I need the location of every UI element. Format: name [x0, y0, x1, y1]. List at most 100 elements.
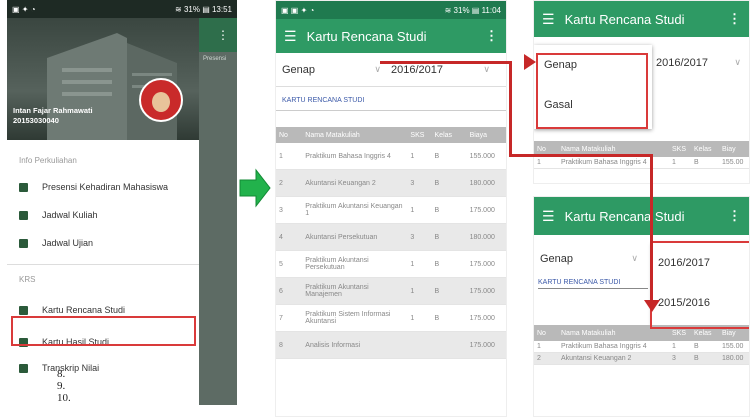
semester-select[interactable]: Genap ∨ — [282, 64, 391, 76]
step-number: 9. — [57, 380, 66, 392]
cell-sks: 1 — [407, 277, 432, 305]
connector-line — [380, 61, 512, 64]
column-header: SKS — [407, 127, 432, 143]
cell-fee: 155.00 — [719, 157, 749, 169]
year-value: 2016/2017 — [656, 57, 708, 69]
drawer-item-transkrip-nilai[interactable]: Transkrip Nilai — [7, 357, 199, 379]
table-row: 1 Praktikum Bahasa Inggris 4 1 B 155.00 — [534, 157, 749, 169]
cell-course: Praktikum Bahasa Inggris 4 — [302, 143, 408, 170]
page-title: Kartu Rencana Studi — [306, 28, 427, 44]
more-vert-icon[interactable]: ⋮ — [485, 28, 498, 44]
table-row: 2 Akuntansi Keuangan 2 3 B 180.000 — [276, 169, 506, 197]
table-row: 3 Praktikum Akuntansi Keuangan 1 1 B 175.000 — [276, 196, 506, 224]
cell-fee: 175.000 — [466, 196, 506, 224]
cell-no: 3 — [276, 196, 303, 224]
dropdown-arrow-icon: ∨ — [734, 57, 741, 67]
arrowhead-icon — [644, 300, 660, 312]
document-icon — [19, 363, 28, 373]
column-header: No — [276, 127, 303, 143]
green-arrow-icon — [239, 168, 271, 208]
cell-no: 7 — [276, 304, 303, 332]
highlight-box — [11, 316, 196, 346]
table-row: 6 Praktikum Akuntansi Manajemen 1 B 175.000 — [276, 277, 506, 305]
status-bar: ▣ ✦ ◔ ≋ 31% ▤ 13:51 — [7, 0, 237, 18]
document-icon — [19, 305, 28, 315]
cell-fee: 155.00 — [719, 341, 749, 353]
cell-sks: 1 — [407, 250, 432, 278]
presensi-icon — [19, 182, 28, 192]
dropdown-arrow-icon: ∨ — [374, 64, 381, 74]
connector-line — [509, 154, 652, 157]
semester-value: Genap — [282, 63, 316, 76]
section-info-perkuliahan: Info Perkuliahan — [19, 155, 77, 165]
app-toolbar: ☰ Kartu Rencana Studi ⋮ — [534, 197, 749, 235]
table-row: 7 Praktikum Sistem Informasi Akuntansi 1 B 1… — [276, 304, 506, 332]
cell-class: B — [431, 223, 467, 251]
year-select[interactable]: 2016/2017 ∨ — [391, 64, 500, 76]
cell-course: Akuntansi Keuangan 2 — [302, 169, 408, 197]
table-row: 4 Akuntansi Persekutuan 3 B 180.000 — [276, 223, 506, 251]
table-row: 1 Praktikum Bahasa Inggris 4 1 B 155.000 — [276, 143, 506, 170]
drawer-item-jadwal-ujian[interactable]: Jadwal Ujian — [7, 232, 199, 254]
dropdown-arrow-icon: ∨ — [631, 253, 638, 263]
connector-line — [509, 61, 512, 156]
cell-class: B — [431, 304, 467, 332]
cell-sks: 1 — [407, 143, 432, 170]
cell-no: 1 — [534, 341, 558, 353]
drawer-item-label: Presensi Kehadiran Mahasiswa — [42, 182, 169, 192]
cell-no: 1 — [276, 143, 303, 170]
drawer-screenshot: ▣ ✦ ◔ ≋ 31% ▤ 13:51 ⋮ Presensi Intan Faj… — [7, 0, 237, 405]
year-dropdown-screenshot: ☰ Kartu Rencana Studi ⋮ Genap ∨ KARTU RE… — [533, 196, 750, 417]
table-header: No Nama Matakuliah SKS Kelas Biaya — [276, 127, 506, 143]
status-icons-right: ≋ 31% ▤ 11:04 — [444, 5, 501, 15]
hamburger-icon[interactable]: ☰ — [284, 28, 297, 45]
cell-class: B — [431, 169, 467, 197]
column-header: Kelas — [691, 141, 719, 157]
calendar-icon — [19, 238, 28, 248]
column-header: SKS — [669, 141, 691, 157]
cell-class: B — [691, 352, 719, 365]
cell-fee: 155.000 — [466, 143, 506, 170]
hamburger-icon[interactable]: ☰ — [542, 11, 555, 28]
semester-select[interactable]: Genap ∨ — [540, 253, 648, 265]
cell-sks: 3 — [407, 223, 432, 251]
drawer-item-presensi[interactable]: Presensi Kehadiran Mahasiswa — [7, 176, 199, 198]
hamburger-icon[interactable]: ☰ — [542, 208, 555, 225]
cell-no: 1 — [534, 157, 558, 169]
avatar[interactable] — [139, 78, 183, 122]
krs-link[interactable]: KARTU RENCANA STUDI — [538, 279, 648, 289]
cell-sks — [407, 331, 432, 359]
year-select[interactable]: 2016/2017 ∨ — [656, 57, 749, 69]
step-number: 8. — [57, 368, 66, 380]
table-row: 5 Praktikum Akuntansi Persekutuan 1 B 175.00… — [276, 250, 506, 278]
more-vert-icon: ⋮ — [199, 18, 237, 52]
page-title: Kartu Rencana Studi — [564, 208, 685, 224]
drawer-header: Intan Fajar Rahmawati 20153030040 — [7, 18, 199, 140]
app-toolbar: ☰ Kartu Rencana Studi ⋮ — [276, 19, 506, 53]
cell-no: 4 — [276, 223, 303, 251]
step-number: 10. — [57, 392, 71, 404]
status-icons-left: ▣ ✦ ◔ — [12, 4, 36, 14]
cell-course: Akuntansi Keuangan 2 — [558, 352, 669, 365]
cell-no: 8 — [276, 331, 303, 359]
calendar-icon — [19, 210, 28, 220]
semester-value: Genap — [540, 253, 574, 265]
table-row: 1 Praktikum Bahasa Inggris 4 1 B 155.00 — [534, 341, 749, 353]
drawer-item-jadwal-kuliah[interactable]: Jadwal Kuliah — [7, 204, 199, 226]
more-vert-icon[interactable]: ⋮ — [728, 11, 741, 27]
background-app: ⋮ Presensi — [199, 18, 237, 405]
column-header: No — [534, 325, 558, 341]
column-header: Nama Matakuliah — [302, 127, 408, 143]
krs-link[interactable]: KARTU RENCANA STUDI — [276, 91, 506, 111]
table-row: 8 Analisis Informasi 175.000 — [276, 331, 506, 359]
background-tab-label: Presensi — [203, 56, 227, 62]
cell-course: Praktikum Akuntansi Persekutuan — [302, 250, 408, 278]
krs-table: No Nama Matakuliah SKS Kelas Biaya 1 Prak… — [276, 127, 506, 359]
cell-class: B — [431, 143, 467, 170]
cell-class: B — [691, 157, 719, 169]
drawer-item-label: Jadwal Ujian — [42, 238, 94, 248]
cell-course: Praktikum Akuntansi Keuangan 1 — [302, 196, 408, 224]
cell-class: B — [431, 277, 467, 305]
step-numbers: 8. 9. 10. — [57, 368, 71, 404]
more-vert-icon[interactable]: ⋮ — [728, 208, 741, 224]
